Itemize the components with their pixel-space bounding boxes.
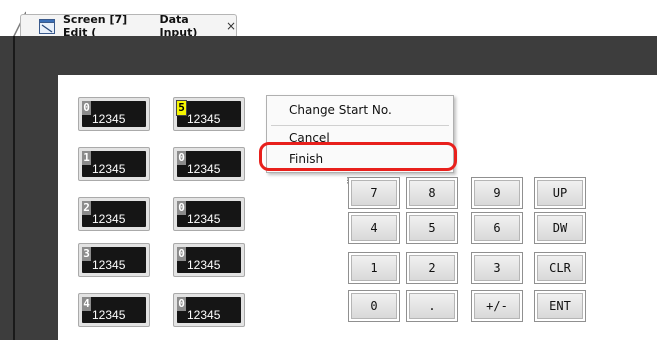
key-dw[interactable]: DW bbox=[534, 212, 586, 244]
display-value: 12345 bbox=[92, 308, 126, 322]
menu-item-finish[interactable]: Finish bbox=[289, 152, 323, 166]
input-order-badge: 4 bbox=[82, 297, 91, 311]
numeric-display[interactable]: 0 12345 bbox=[173, 293, 245, 327]
menu-item-cancel[interactable]: Cancel bbox=[289, 131, 330, 145]
key-plus-minus[interactable]: +/- bbox=[471, 290, 523, 322]
input-order-badge: 1 bbox=[82, 151, 91, 165]
key-up[interactable]: UP bbox=[534, 177, 586, 209]
display-value: 12345 bbox=[92, 112, 126, 126]
input-order-badge: 0 bbox=[177, 247, 186, 261]
key-9[interactable]: 9 bbox=[471, 177, 523, 209]
input-order-badge: 0 bbox=[177, 201, 186, 215]
editor-border bbox=[13, 36, 15, 340]
screen-edit-icon bbox=[39, 18, 55, 34]
menu-separator bbox=[271, 125, 449, 126]
display-value: 12345 bbox=[187, 112, 221, 126]
close-icon[interactable]: × bbox=[226, 19, 236, 33]
display-value: 12345 bbox=[92, 258, 126, 272]
display-value: 12345 bbox=[92, 162, 126, 176]
key-decimal[interactable]: . bbox=[406, 290, 458, 322]
key-3[interactable]: 3 bbox=[471, 252, 523, 284]
key-clr[interactable]: CLR bbox=[534, 252, 586, 284]
input-order-badge: 0 bbox=[82, 101, 91, 115]
input-order-badge: 3 bbox=[82, 247, 91, 261]
numeric-display[interactable]: 0 12345 bbox=[173, 147, 245, 181]
input-order-badge-selected: 5 bbox=[176, 100, 187, 116]
numeric-display[interactable]: 0 12345 bbox=[173, 243, 245, 277]
numeric-display[interactable]: 1 12345 bbox=[78, 147, 150, 181]
context-menu: Change Start No. Cancel Finish bbox=[266, 95, 454, 173]
tab-screen-edit[interactable]: Screen [7] Edit ( Data Input) × bbox=[20, 13, 237, 39]
key-ent[interactable]: ENT bbox=[534, 290, 586, 322]
key-0[interactable]: 0 bbox=[348, 290, 400, 322]
numeric-display[interactable]: 0 12345 bbox=[173, 197, 245, 231]
input-order-badge: 0 bbox=[177, 297, 186, 311]
numeric-display[interactable]: 4 12345 bbox=[78, 293, 150, 327]
numeric-display[interactable]: 3 12345 bbox=[78, 243, 150, 277]
key-2[interactable]: 2 bbox=[406, 252, 458, 284]
key-8[interactable]: 8 bbox=[406, 177, 458, 209]
display-value: 12345 bbox=[187, 258, 221, 272]
key-7[interactable]: 7 bbox=[348, 177, 400, 209]
numeric-display[interactable]: 5 12345 bbox=[173, 97, 245, 131]
display-value: 12345 bbox=[187, 212, 221, 226]
numeric-display[interactable]: 0 12345 bbox=[78, 97, 150, 131]
input-order-badge: 2 bbox=[82, 201, 91, 215]
menu-item-change-start-no[interactable]: Change Start No. bbox=[289, 103, 392, 117]
display-value: 12345 bbox=[187, 308, 221, 322]
numeric-display[interactable]: 2 12345 bbox=[78, 197, 150, 231]
input-order-badge: 0 bbox=[177, 151, 186, 165]
display-value: 12345 bbox=[92, 212, 126, 226]
key-1[interactable]: 1 bbox=[348, 252, 400, 284]
tab-strip: Screen [7] Edit ( Data Input) × bbox=[0, 0, 657, 40]
key-5[interactable]: 5 bbox=[406, 212, 458, 244]
key-6[interactable]: 6 bbox=[471, 212, 523, 244]
key-4[interactable]: 4 bbox=[348, 212, 400, 244]
display-value: 12345 bbox=[187, 162, 221, 176]
